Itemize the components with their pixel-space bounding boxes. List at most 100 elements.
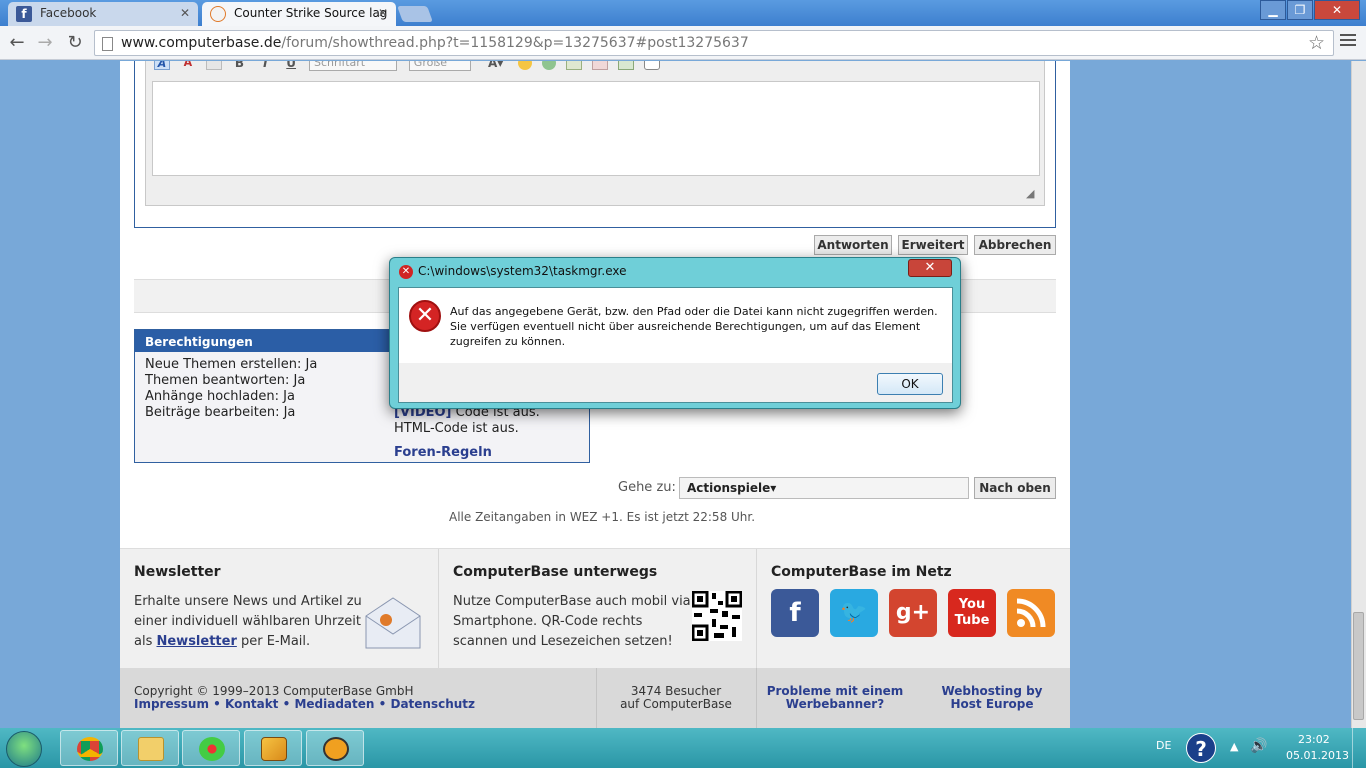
twitter-icon[interactable]: 🐦 bbox=[830, 589, 878, 637]
scrollbar-thumb[interactable] bbox=[1353, 612, 1364, 720]
bold-icon[interactable]: B bbox=[231, 61, 247, 70]
visitor-count: 3474 Besucher auf ComputerBase bbox=[620, 684, 732, 711]
clock-date[interactable]: 05.01.2013 bbox=[1286, 749, 1349, 762]
error-dialog: ✕ C:\windows\system32\taskmgr.exe ✕ ✕ Au… bbox=[389, 257, 961, 409]
back-arrow-icon[interactable]: ← bbox=[6, 32, 28, 54]
dialog-close-button[interactable]: ✕ bbox=[908, 259, 952, 277]
taskbar-game[interactable] bbox=[306, 730, 364, 766]
restore-button[interactable]: ❐ bbox=[1287, 0, 1313, 20]
impressum-link[interactable]: Impressum bbox=[134, 697, 209, 711]
footer-divider bbox=[756, 668, 757, 728]
newsletter-title: Newsletter bbox=[134, 564, 221, 580]
remove-format-icon[interactable]: A bbox=[180, 61, 196, 70]
taskbar-winamp[interactable] bbox=[244, 730, 302, 766]
mobile-section: ComputerBase unterwegs Nutze ComputerBas… bbox=[439, 549, 756, 669]
smiley-icon[interactable] bbox=[518, 61, 533, 70]
video-icon[interactable] bbox=[617, 61, 634, 70]
help-icon[interactable]: ? bbox=[1186, 733, 1216, 763]
newsletter-section: Newsletter Erhalte unsere News und Artik… bbox=[120, 549, 438, 669]
cancel-button[interactable]: Abbrechen bbox=[974, 235, 1056, 255]
banner-problem-link[interactable]: Probleme mit einem Werbebanner? bbox=[760, 685, 910, 711]
reload-icon[interactable]: ↻ bbox=[64, 32, 86, 54]
facebook-icon[interactable]: f bbox=[771, 589, 819, 637]
language-indicator[interactable]: DE bbox=[1156, 739, 1171, 752]
tab-computerbase[interactable]: Counter Strike Source lag ✕ bbox=[202, 2, 396, 26]
text-color-icon[interactable]: A bbox=[154, 61, 170, 70]
minimize-button[interactable]: ▁ bbox=[1260, 0, 1286, 20]
mediadaten-link[interactable]: Mediadaten bbox=[294, 697, 374, 711]
close-icon[interactable]: ✕ bbox=[180, 6, 190, 20]
chrome-icon bbox=[77, 737, 103, 761]
tab-label: Facebook bbox=[40, 6, 97, 20]
envelope-icon bbox=[364, 594, 422, 650]
mobile-text: Nutze ComputerBase auch mobil via Smartp… bbox=[453, 594, 691, 649]
html-code-status: HTML-Code ist aus. bbox=[394, 421, 519, 436]
footer-bottom: Copyright © 1999–2013 ComputerBase GmbH … bbox=[120, 668, 1070, 728]
chevron-down-icon: ▾ bbox=[770, 481, 777, 495]
rss-icon[interactable] bbox=[1007, 589, 1055, 637]
taskbar: DE ? ▲ 🔊 23:02 05.01.2013 bbox=[0, 728, 1366, 768]
menu-icon[interactable] bbox=[1340, 34, 1356, 52]
forward-arrow-icon[interactable]: → bbox=[34, 32, 56, 54]
timezone-note: Alle Zeitangaben in WEZ +1. Es ist jetzt… bbox=[449, 510, 756, 524]
ok-button[interactable]: OK bbox=[877, 373, 943, 395]
italic-icon[interactable]: I bbox=[257, 61, 273, 70]
window-close-button[interactable]: ✕ bbox=[1314, 0, 1360, 20]
image-icon[interactable] bbox=[591, 61, 608, 70]
facebook-icon: f bbox=[16, 6, 32, 22]
permission-line: Beiträge bearbeiten: Ja bbox=[145, 405, 296, 420]
datenschutz-link[interactable]: Datenschutz bbox=[390, 697, 475, 711]
start-button[interactable] bbox=[6, 731, 42, 767]
newsletter-link[interactable]: Newsletter bbox=[156, 634, 236, 649]
new-tab-button[interactable] bbox=[397, 6, 433, 22]
forum-jump-select[interactable]: Actionspiele▾ bbox=[679, 477, 969, 499]
taskbar-chrome[interactable] bbox=[60, 730, 118, 766]
paste-icon[interactable] bbox=[205, 61, 222, 70]
volume-icon[interactable]: 🔊 bbox=[1250, 738, 1267, 754]
editor-container: A A B I U Schriftart Größe A▾ ◢ bbox=[145, 61, 1045, 206]
mobile-title: ComputerBase unterwegs bbox=[453, 564, 658, 580]
browser-toolbar: ← → ↻ www.computerbase.de/forum/showthre… bbox=[0, 26, 1366, 60]
forum-rules-link[interactable]: Foren-Regeln bbox=[394, 445, 492, 460]
footer-links: Impressum • Kontakt • Mediadaten • Daten… bbox=[134, 697, 476, 711]
email-icon[interactable] bbox=[566, 61, 583, 70]
underline-icon[interactable]: U bbox=[283, 61, 299, 70]
tab-label: Counter Strike Source lag bbox=[234, 6, 388, 20]
taskbar-icq[interactable] bbox=[182, 730, 240, 766]
dialog-title: C:\windows\system32\taskmgr.exe bbox=[418, 264, 627, 278]
hosting-link[interactable]: Webhosting by Host Europe bbox=[922, 685, 1062, 711]
permission-line: Neue Themen erstellen: Ja bbox=[145, 357, 318, 372]
footer-top: Newsletter Erhalte unsere News und Artik… bbox=[120, 548, 1070, 669]
size-select[interactable]: Größe bbox=[408, 61, 471, 71]
error-icon: ✕ bbox=[409, 300, 441, 332]
advanced-button[interactable]: Erweitert bbox=[898, 235, 968, 255]
tab-facebook[interactable]: f Facebook ✕ bbox=[8, 2, 198, 26]
bookmark-star-icon[interactable]: ☆ bbox=[1308, 32, 1325, 54]
social-section: ComputerBase im Netz f 🐦 g+ You Tube bbox=[757, 549, 1070, 669]
youtube-icon[interactable]: You Tube bbox=[948, 589, 996, 637]
font-select[interactable]: Schriftart bbox=[308, 61, 397, 71]
kontakt-link[interactable]: Kontakt bbox=[225, 697, 278, 711]
google-plus-icon[interactable]: g+ bbox=[889, 589, 937, 637]
permission-line: Anhänge hochladen: Ja bbox=[145, 389, 295, 404]
reply-button[interactable]: Antworten bbox=[814, 235, 892, 255]
clock-time[interactable]: 23:02 bbox=[1298, 733, 1330, 746]
error-small-icon: ✕ bbox=[399, 265, 413, 279]
tab-strip: f Facebook ✕ Counter Strike Source lag ✕… bbox=[0, 0, 1366, 26]
font-size-icon[interactable]: A▾ bbox=[483, 61, 509, 70]
newsletter-text: Erhalte unsere News und Artikel zu einer… bbox=[134, 594, 362, 649]
back-to-top-button[interactable]: Nach oben bbox=[974, 477, 1056, 499]
goto-label: Gehe zu: bbox=[618, 480, 676, 495]
link-icon[interactable] bbox=[542, 61, 557, 70]
page-icon bbox=[102, 37, 113, 51]
editor-buttons: Antworten Erweitert Abbrechen bbox=[120, 235, 1070, 255]
reply-textarea[interactable] bbox=[152, 81, 1040, 176]
social-title: ComputerBase im Netz bbox=[771, 564, 952, 580]
taskbar-explorer[interactable] bbox=[121, 730, 179, 766]
show-hidden-icons-icon[interactable]: ▲ bbox=[1230, 740, 1238, 753]
resize-grip-icon[interactable]: ◢ bbox=[1026, 187, 1034, 200]
quote-icon[interactable] bbox=[643, 61, 660, 70]
close-icon[interactable]: ✕ bbox=[378, 6, 388, 20]
show-desktop-button[interactable] bbox=[1352, 728, 1366, 768]
address-bar[interactable]: www.computerbase.de/forum/showthread.php… bbox=[94, 30, 1334, 56]
